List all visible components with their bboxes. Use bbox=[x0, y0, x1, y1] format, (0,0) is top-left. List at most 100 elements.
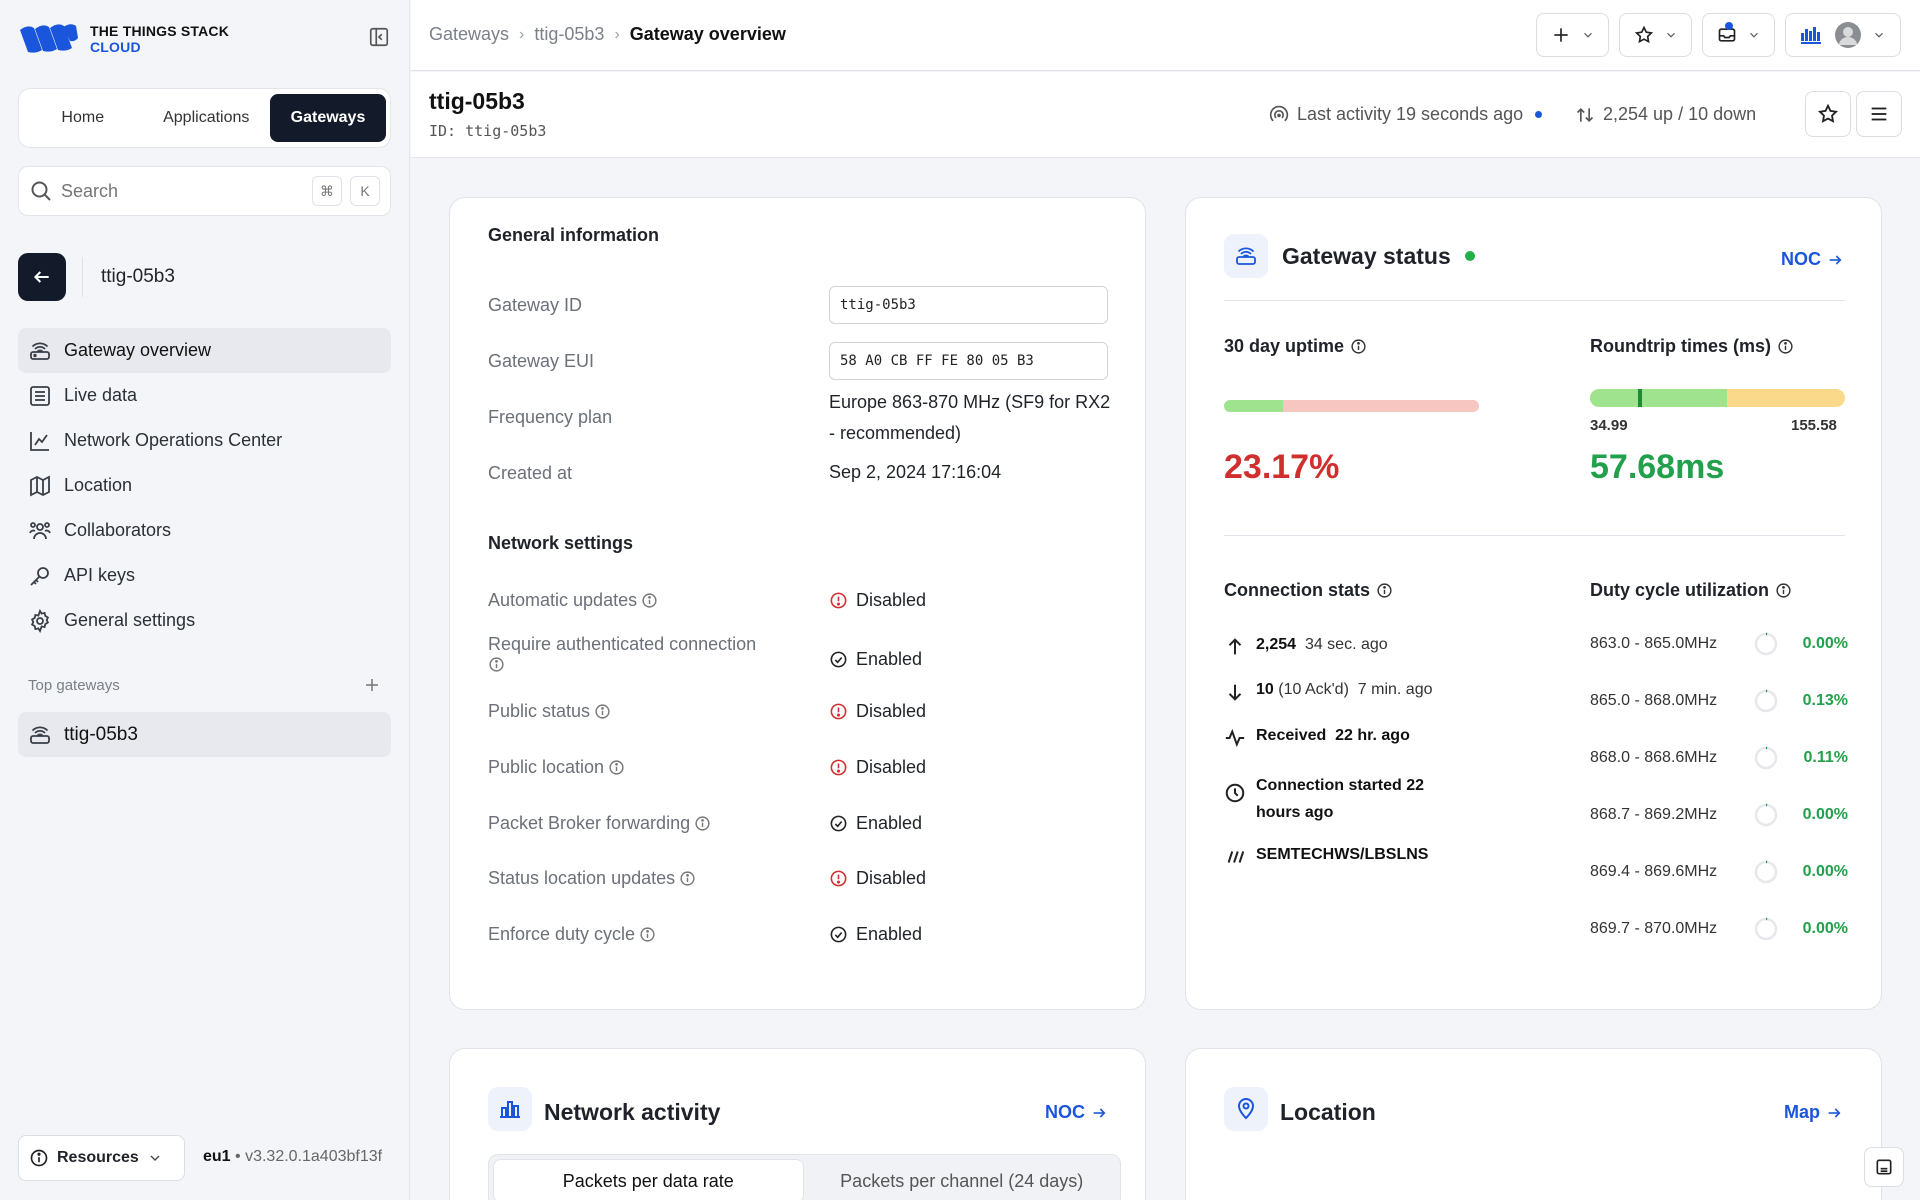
arrow-right-icon bbox=[1829, 254, 1842, 265]
duty-cycle-ring bbox=[1754, 632, 1778, 656]
info-icon[interactable] bbox=[1777, 338, 1794, 355]
sidebar-item-general-settings[interactable]: General settings bbox=[18, 598, 391, 643]
duty-cycle-band: 869.4 - 869.6MHz bbox=[1590, 863, 1718, 880]
bookmarks-button[interactable] bbox=[1619, 13, 1692, 57]
duty-cycle-row: 868.7 - 869.2MHz 0.00% bbox=[1590, 803, 1848, 827]
info-icon[interactable] bbox=[608, 759, 625, 776]
info-icon[interactable] bbox=[639, 926, 656, 943]
sidebar-item-label: Collaborators bbox=[64, 520, 172, 540]
search-box[interactable]: ⌘ K bbox=[18, 166, 391, 216]
switcher-applications[interactable]: Applications bbox=[147, 94, 267, 142]
duty-cycle-row: 869.7 - 870.0MHz 0.00% bbox=[1590, 917, 1848, 941]
gateway-id-subtitle: ID: ttig-05b3 bbox=[429, 122, 546, 140]
sidebar-item-location[interactable]: Location bbox=[18, 463, 391, 508]
section-switcher: Home Applications Gateways bbox=[18, 88, 391, 148]
gateway-id-value[interactable]: ttig-05b3 bbox=[829, 286, 1108, 324]
sidebar-item-noc[interactable]: Network Operations Center bbox=[18, 418, 391, 463]
info-icon[interactable] bbox=[488, 656, 505, 673]
alert-circle-icon bbox=[830, 703, 847, 720]
page-header: ttig-05b3 ID: ttig-05b3 Last activity 19… bbox=[411, 72, 1920, 158]
noc-link[interactable]: NOC bbox=[1045, 1102, 1107, 1123]
duty-cycle-row: 865.0 - 868.0MHz 0.13% bbox=[1590, 689, 1848, 713]
sidebar-item-collaborators[interactable]: Collaborators bbox=[18, 508, 391, 553]
sidebar-item-api-keys[interactable]: API keys bbox=[18, 553, 391, 598]
gateway-status-title: Gateway status bbox=[1282, 242, 1451, 269]
network-setting-label-text: Automatic updates bbox=[488, 590, 638, 610]
roundtrip-bar bbox=[1590, 389, 1845, 407]
company-logo-icon bbox=[1801, 27, 1821, 44]
chevron-right-icon: › bbox=[519, 25, 525, 43]
activity-dot bbox=[1535, 111, 1543, 118]
duty-cycle-percent: 0.13% bbox=[1802, 692, 1848, 709]
chevron-down-icon bbox=[1666, 32, 1675, 38]
sidebar-collapse-icon[interactable] bbox=[368, 26, 392, 50]
breadcrumb-gateway[interactable]: ttig-05b3 bbox=[534, 24, 604, 45]
divider bbox=[1224, 535, 1845, 536]
sidebar-item-live-data[interactable]: Live data bbox=[18, 373, 391, 418]
star-button[interactable] bbox=[1805, 91, 1851, 137]
roundtrip-marker bbox=[1638, 389, 1642, 407]
feedback-button[interactable] bbox=[1864, 1147, 1904, 1187]
top-gateway-item[interactable]: ttig-05b3 bbox=[18, 712, 391, 757]
id-label: ID: bbox=[429, 122, 457, 140]
tab-packets-per-channel[interactable]: Packets per channel (24 days) bbox=[808, 1159, 1117, 1200]
switcher-home[interactable]: Home bbox=[23, 94, 143, 142]
panel-icon bbox=[1876, 1159, 1892, 1175]
uptime-bar-rest bbox=[1283, 400, 1479, 412]
gateway-eui-value[interactable]: 58 A0 CB FF FE 80 05 B3 bbox=[829, 342, 1108, 380]
noc-link[interactable]: NOC bbox=[1781, 249, 1843, 270]
search-input[interactable] bbox=[61, 180, 304, 202]
uplink-stat: 2,254 34 sec. ago bbox=[1224, 636, 1388, 658]
info-icon[interactable] bbox=[641, 592, 658, 609]
network-setting-value: Disabled bbox=[829, 868, 926, 889]
downlink-stat: 10 (10 Ack'd) 7 min. ago bbox=[1224, 681, 1433, 703]
received-label: Received bbox=[1256, 727, 1327, 744]
info-icon[interactable] bbox=[679, 870, 696, 887]
brand-logo[interactable]: THE THINGS STACK CLOUD bbox=[18, 22, 229, 56]
connection-started-text: Connection started 22 hours ago bbox=[1256, 777, 1425, 821]
info-icon[interactable] bbox=[1376, 582, 1393, 599]
map-link[interactable]: Map bbox=[1784, 1102, 1842, 1123]
breadcrumb-gateways[interactable]: Gateways bbox=[429, 24, 509, 45]
sidebar-item-gateway-overview[interactable]: Gateway overview bbox=[18, 328, 391, 373]
duty-cycle-title: Duty cycle utilization bbox=[1590, 580, 1792, 601]
uptime-label: 30 day uptime bbox=[1224, 336, 1345, 356]
info-icon[interactable] bbox=[594, 703, 611, 720]
sidebar-item-label: Live data bbox=[64, 385, 138, 405]
duty-cycle-band: 868.0 - 868.6MHz bbox=[1590, 749, 1718, 766]
map-icon bbox=[30, 475, 50, 496]
resources-button[interactable]: Resources bbox=[18, 1135, 185, 1181]
check-circle-icon bbox=[830, 815, 847, 832]
notifications-button[interactable] bbox=[1702, 13, 1775, 57]
chevron-down-icon bbox=[150, 1155, 160, 1161]
tab-packets-per-data-rate[interactable]: Packets per data rate bbox=[493, 1159, 804, 1200]
network-setting-status: Enabled bbox=[856, 813, 923, 833]
id-value: ttig-05b3 bbox=[465, 122, 547, 140]
breadcrumb-current: Gateway overview bbox=[629, 24, 786, 44]
up-down-arrows-icon bbox=[1576, 107, 1594, 122]
profile-button[interactable] bbox=[1785, 13, 1901, 57]
plus-icon[interactable] bbox=[363, 676, 381, 694]
roundtrip-bar-good bbox=[1590, 389, 1727, 407]
info-icon[interactable] bbox=[694, 815, 711, 832]
alert-circle-icon bbox=[830, 870, 847, 887]
network-activity-title: Network activity bbox=[544, 1099, 721, 1125]
menu-button[interactable] bbox=[1856, 91, 1902, 137]
switcher-gateways[interactable]: Gateways bbox=[270, 94, 386, 142]
network-setting-label: Public location bbox=[488, 757, 625, 778]
info-icon[interactable] bbox=[1775, 582, 1792, 599]
chevron-right-icon: › bbox=[614, 25, 620, 43]
resources-label: Resources bbox=[57, 1149, 139, 1166]
duty-cycle-ring bbox=[1754, 803, 1778, 827]
duty-cycle-row: 868.0 - 868.6MHz 0.11% bbox=[1590, 746, 1848, 770]
info-icon[interactable] bbox=[1350, 338, 1367, 355]
arrow-down-icon bbox=[1228, 684, 1242, 701]
duty-cycle-percent: 0.00% bbox=[1802, 806, 1848, 823]
back-button[interactable] bbox=[18, 253, 66, 301]
downlink-time: 7 min. ago bbox=[1357, 681, 1433, 698]
network-setting-label: Packet Broker forwarding bbox=[488, 813, 711, 834]
add-menu-button[interactable] bbox=[1536, 13, 1609, 57]
top-bar: Gateways › ttig-05b3 › Gateway overview bbox=[411, 0, 1920, 71]
created-at-label: Created at bbox=[488, 463, 573, 483]
hamburger-icon bbox=[1871, 107, 1887, 121]
